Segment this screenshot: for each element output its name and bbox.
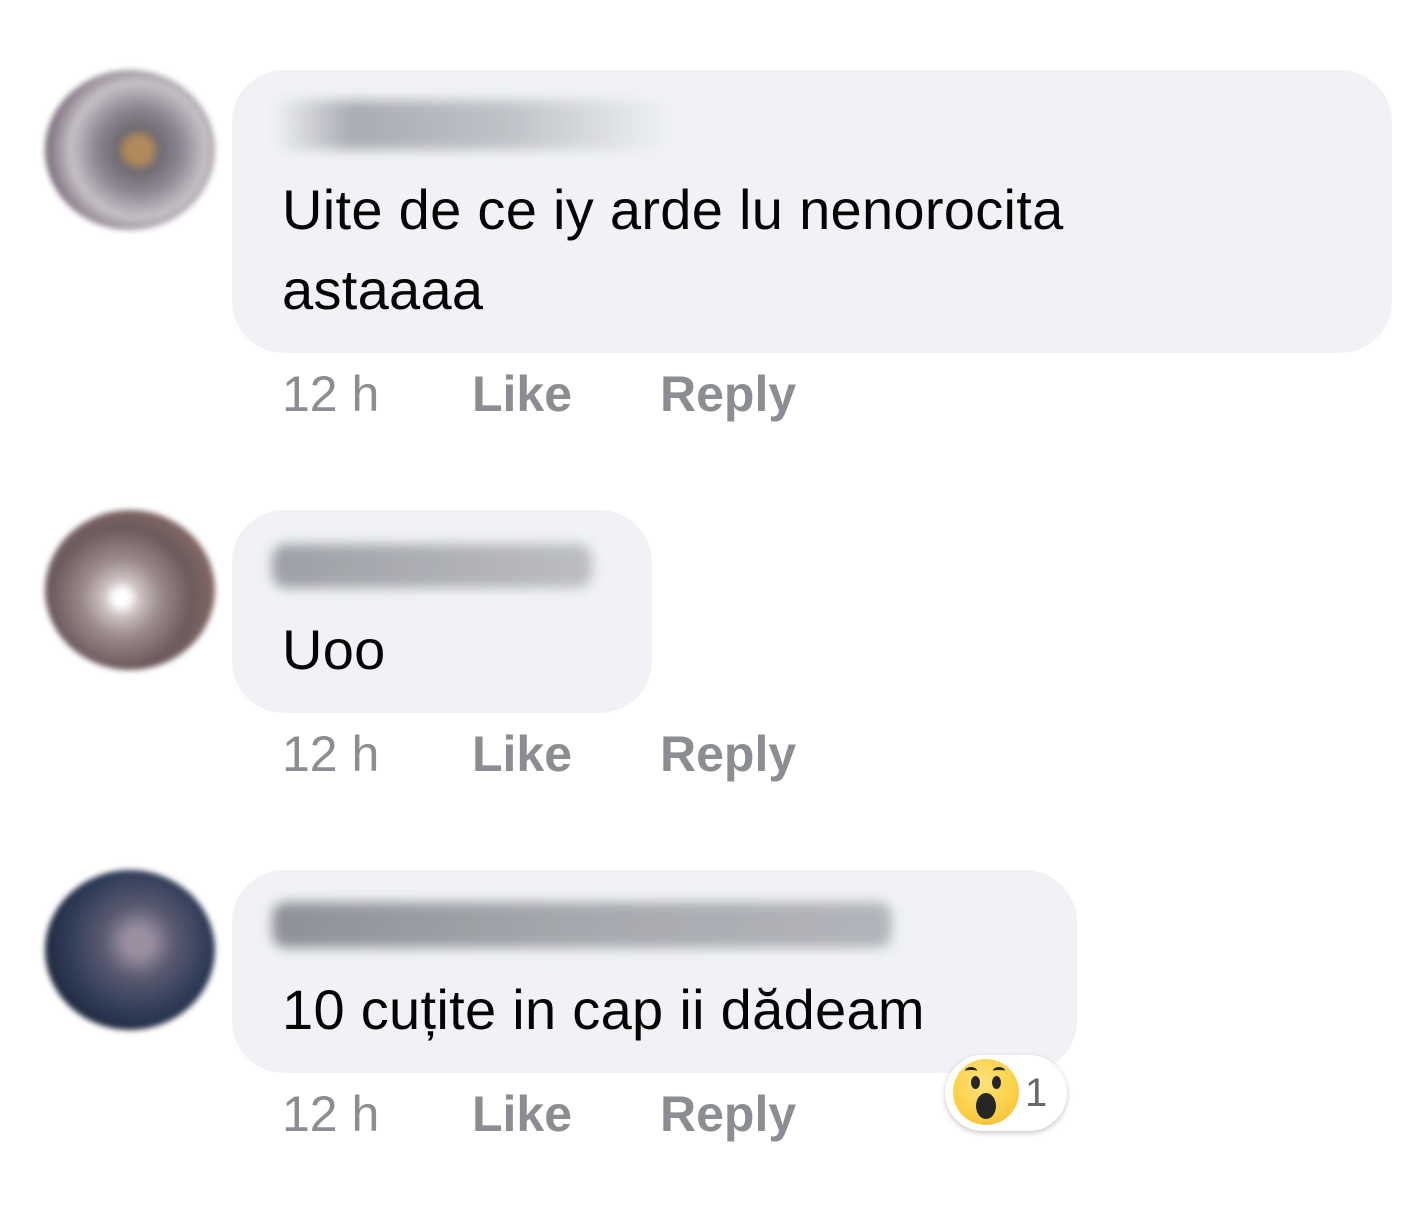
comment-text: Uoo bbox=[282, 618, 386, 681]
like-button[interactable]: Like bbox=[472, 724, 572, 784]
avatar[interactable] bbox=[45, 870, 215, 1030]
like-button[interactable]: Like bbox=[472, 364, 572, 424]
author-name-redacted[interactable] bbox=[272, 902, 892, 948]
reply-button[interactable]: Reply bbox=[660, 364, 796, 424]
comments-thread: Uite de ce iy arde lu nenorocita astaaaa… bbox=[0, 0, 1405, 1217]
comment-bubble: Uite de ce iy arde lu nenorocita astaaaa bbox=[232, 70, 1392, 353]
author-name-redacted[interactable] bbox=[272, 100, 672, 150]
comment-timestamp: 12 h bbox=[282, 366, 380, 422]
avatar[interactable] bbox=[45, 70, 215, 230]
reaction-count: 1 bbox=[1025, 1071, 1048, 1115]
comment-text: Uite de ce iy arde lu nenorocita bbox=[282, 178, 1064, 241]
author-name-redacted[interactable] bbox=[272, 544, 592, 588]
reply-button[interactable]: Reply bbox=[660, 1084, 796, 1144]
avatar[interactable] bbox=[45, 510, 215, 670]
like-button[interactable]: Like bbox=[472, 1084, 572, 1144]
comment-text: 10 cuțite in cap ii dădeam bbox=[282, 978, 925, 1041]
comment-timestamp: 12 h bbox=[282, 1086, 380, 1142]
reaction-badge[interactable]: 1 bbox=[945, 1055, 1067, 1131]
comment-timestamp: 12 h bbox=[282, 726, 380, 782]
comment-bubble: Uoo bbox=[232, 510, 652, 713]
wow-reaction-icon bbox=[953, 1059, 1019, 1125]
comment-bubble: 10 cuțite in cap ii dădeam bbox=[232, 870, 1077, 1073]
comment-text-line-2: astaaaa bbox=[282, 258, 484, 321]
reply-button[interactable]: Reply bbox=[660, 724, 796, 784]
